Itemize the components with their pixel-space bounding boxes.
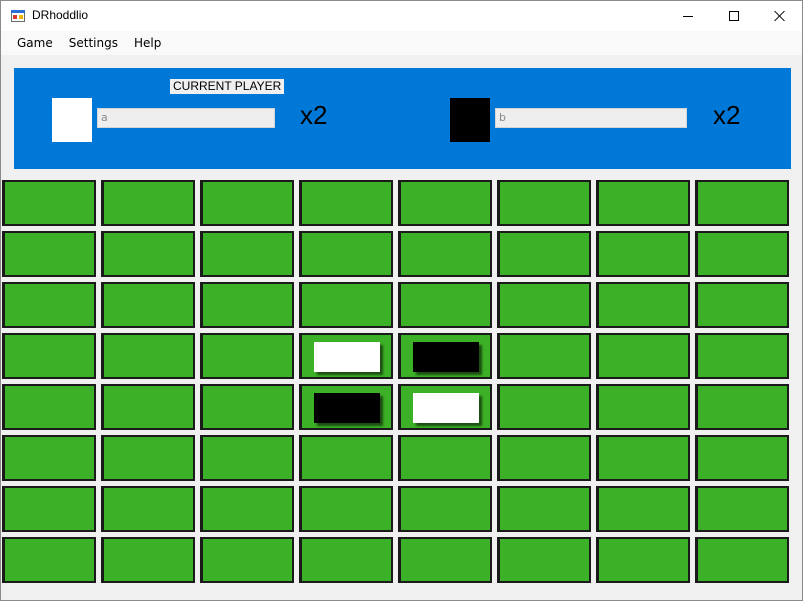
- board-cell[interactable]: [299, 333, 393, 379]
- board-cell[interactable]: [299, 231, 393, 277]
- player1-color-swatch: [52, 98, 92, 142]
- game-board: [2, 180, 794, 585]
- window-title: DRhoddlio: [32, 8, 89, 22]
- board-cell[interactable]: [596, 282, 690, 328]
- maximize-button[interactable]: [711, 1, 757, 31]
- player1-score: x2: [300, 100, 328, 130]
- board-cell[interactable]: [497, 282, 591, 328]
- board-cell[interactable]: [200, 435, 294, 481]
- board-cell[interactable]: [497, 486, 591, 532]
- board-cell[interactable]: [695, 282, 789, 328]
- current-player-label: CURRENT PLAYER: [170, 79, 285, 94]
- player2-score: x2: [713, 100, 741, 130]
- board-cell[interactable]: [695, 486, 789, 532]
- board-cell[interactable]: [200, 486, 294, 532]
- board-cell[interactable]: [398, 384, 492, 430]
- board-cell[interactable]: [299, 435, 393, 481]
- board-cell[interactable]: [695, 333, 789, 379]
- board-cell[interactable]: [2, 486, 96, 532]
- board-cell[interactable]: [299, 282, 393, 328]
- board-cell[interactable]: [101, 486, 195, 532]
- board-cell[interactable]: [299, 537, 393, 583]
- board-cell[interactable]: [497, 180, 591, 226]
- board-cell[interactable]: [299, 384, 393, 430]
- board-cell[interactable]: [398, 537, 492, 583]
- board-cell[interactable]: [695, 384, 789, 430]
- board-cell[interactable]: [200, 537, 294, 583]
- board-cell[interactable]: [398, 282, 492, 328]
- board-cell[interactable]: [101, 282, 195, 328]
- player-panel: CURRENT PLAYER a x2 b x2: [14, 68, 791, 169]
- board-cell[interactable]: [200, 231, 294, 277]
- player1-name-field[interactable]: a: [97, 108, 275, 128]
- board-cell[interactable]: [2, 537, 96, 583]
- board-cell[interactable]: [2, 384, 96, 430]
- board-cell[interactable]: [497, 333, 591, 379]
- menu-help[interactable]: Help: [126, 33, 169, 53]
- board-cell[interactable]: [398, 435, 492, 481]
- maximize-icon: [729, 11, 739, 21]
- board-cell[interactable]: [299, 486, 393, 532]
- board-cell[interactable]: [2, 180, 96, 226]
- close-icon: [774, 10, 786, 22]
- menu-bar: Game Settings Help: [1, 31, 802, 55]
- board-cell[interactable]: [497, 231, 591, 277]
- board-cell[interactable]: [497, 384, 591, 430]
- board-cell[interactable]: [596, 537, 690, 583]
- board-cell[interactable]: [200, 282, 294, 328]
- board-cell[interactable]: [695, 231, 789, 277]
- minimize-icon: [683, 15, 693, 17]
- board-cell[interactable]: [101, 333, 195, 379]
- board-cell[interactable]: [497, 537, 591, 583]
- board-cell[interactable]: [101, 231, 195, 277]
- board-cell[interactable]: [398, 231, 492, 277]
- board-cell[interactable]: [596, 486, 690, 532]
- minimize-button[interactable]: [665, 1, 711, 31]
- black-piece: [413, 342, 479, 372]
- player2-color-swatch: [450, 98, 490, 142]
- board-cell[interactable]: [101, 435, 195, 481]
- board-cell[interactable]: [596, 435, 690, 481]
- board-cell[interactable]: [596, 231, 690, 277]
- board-cell[interactable]: [2, 435, 96, 481]
- white-piece: [314, 342, 380, 372]
- app-icon: [10, 8, 26, 24]
- board-cell[interactable]: [2, 333, 96, 379]
- title-bar[interactable]: DRhoddlio: [1, 1, 802, 31]
- player2-name-field[interactable]: b: [495, 108, 687, 128]
- board-cell[interactable]: [200, 333, 294, 379]
- board-cell[interactable]: [398, 180, 492, 226]
- white-piece: [413, 393, 479, 423]
- board-cell[interactable]: [596, 333, 690, 379]
- board-cell[interactable]: [398, 486, 492, 532]
- board-cell[interactable]: [695, 537, 789, 583]
- menu-game[interactable]: Game: [9, 33, 61, 53]
- board-cell[interactable]: [101, 537, 195, 583]
- board-cell[interactable]: [398, 333, 492, 379]
- black-piece: [314, 393, 380, 423]
- board-cell[interactable]: [101, 384, 195, 430]
- board-cell[interactable]: [695, 180, 789, 226]
- board-cell[interactable]: [596, 384, 690, 430]
- board-cell[interactable]: [695, 435, 789, 481]
- app-window: DRhoddlio Game Settings Help CURRENT PLA…: [0, 0, 803, 601]
- menu-settings[interactable]: Settings: [61, 33, 126, 53]
- board-cell[interactable]: [200, 384, 294, 430]
- board-cell[interactable]: [2, 231, 96, 277]
- board-cell[interactable]: [596, 180, 690, 226]
- board-cell[interactable]: [299, 180, 393, 226]
- board-cell[interactable]: [497, 435, 591, 481]
- board-cell[interactable]: [101, 180, 195, 226]
- board-cell[interactable]: [200, 180, 294, 226]
- close-button[interactable]: [757, 1, 803, 31]
- board-cell[interactable]: [2, 282, 96, 328]
